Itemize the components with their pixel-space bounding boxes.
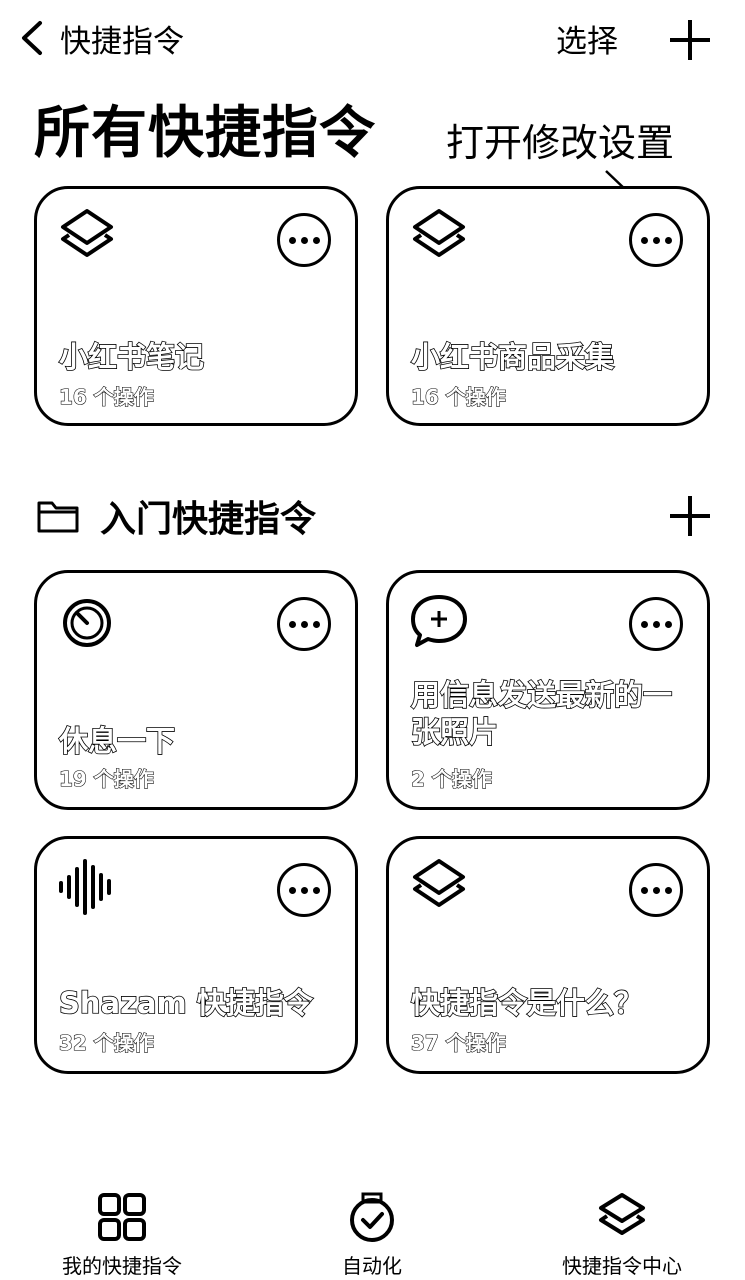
shortcut-name: 用信息发送最新的一张照片 bbox=[410, 677, 673, 750]
grid-icon bbox=[98, 1193, 146, 1241]
tab-label: 自动化 bbox=[342, 1254, 402, 1278]
more-options-button[interactable] bbox=[277, 597, 331, 651]
sound-wave-icon bbox=[59, 859, 111, 915]
timer-icon bbox=[63, 599, 111, 647]
layers-icon bbox=[61, 209, 113, 257]
folder-icon bbox=[37, 501, 79, 533]
folder-header[interactable]: 入门快捷指令 bbox=[36, 488, 316, 544]
shortcut-name: 小红书商品采集 bbox=[410, 339, 615, 375]
message-bubble-icon bbox=[411, 595, 467, 647]
shortcut-action-count: 37 个操作 bbox=[410, 1030, 506, 1055]
add-shortcut-button[interactable] bbox=[670, 20, 710, 60]
shortcut-action-count: 16 个操作 bbox=[410, 384, 506, 409]
shortcut-card[interactable]: 用信息发送最新的一张照片 2 个操作 bbox=[386, 570, 710, 810]
shortcut-action-count: 19 个操作 bbox=[58, 766, 154, 791]
more-options-button[interactable] bbox=[277, 213, 331, 267]
page-title: 所有快捷指令 bbox=[34, 101, 376, 166]
shortcut-name: 快捷指令是什么？ bbox=[410, 985, 644, 1021]
shortcut-card[interactable]: 快捷指令是什么？ 37 个操作 bbox=[386, 836, 710, 1074]
automation-clock-icon bbox=[350, 1192, 394, 1242]
more-options-button[interactable] bbox=[629, 597, 683, 651]
tab-my-shortcuts[interactable]: 我的快捷指令 bbox=[52, 1190, 192, 1279]
shortcut-action-count: 32 个操作 bbox=[58, 1030, 154, 1055]
shortcut-action-count: 2 个操作 bbox=[410, 766, 492, 791]
shortcut-card[interactable]: Shazam 快捷指令 32 个操作 bbox=[34, 836, 358, 1074]
tab-automation[interactable]: 自动化 bbox=[322, 1190, 422, 1279]
tab-label: 快捷指令中心 bbox=[562, 1254, 682, 1278]
back-label: 快捷指令 bbox=[60, 23, 184, 60]
shortcut-action-count: 16 个操作 bbox=[58, 384, 154, 409]
tab-gallery[interactable]: 快捷指令中心 bbox=[552, 1190, 692, 1279]
folder-title: 入门快捷指令 bbox=[100, 499, 317, 540]
chevron-left-icon bbox=[22, 21, 42, 55]
tab-label: 我的快捷指令 bbox=[62, 1254, 182, 1278]
shortcut-name: 小红书笔记 bbox=[58, 339, 205, 375]
layers-icon bbox=[413, 859, 465, 907]
shortcut-name: 休息一下 bbox=[58, 723, 176, 759]
more-options-button[interactable] bbox=[629, 863, 683, 917]
tab-bar: 我的快捷指令 自动化 快捷指令中心 bbox=[0, 1190, 745, 1280]
navigation-bar: 快捷指令 选择 bbox=[0, 0, 745, 80]
annotation-text: 打开修改设置 bbox=[446, 121, 675, 165]
select-button[interactable]: 选择 bbox=[556, 16, 618, 61]
add-to-folder-button[interactable] bbox=[670, 496, 710, 536]
shortcut-name: Shazam 快捷指令 bbox=[58, 985, 313, 1021]
shortcut-card[interactable]: 休息一下 19 个操作 bbox=[34, 570, 358, 810]
back-button[interactable]: 快捷指令 bbox=[14, 12, 184, 64]
shortcut-card[interactable]: 小红书商品采集 16 个操作 bbox=[386, 186, 710, 426]
gallery-layers-icon bbox=[599, 1193, 645, 1235]
more-options-button[interactable] bbox=[629, 213, 683, 267]
layers-icon bbox=[413, 209, 465, 257]
shortcut-card[interactable]: 小红书笔记 16 个操作 bbox=[34, 186, 358, 426]
more-options-button[interactable] bbox=[277, 863, 331, 917]
